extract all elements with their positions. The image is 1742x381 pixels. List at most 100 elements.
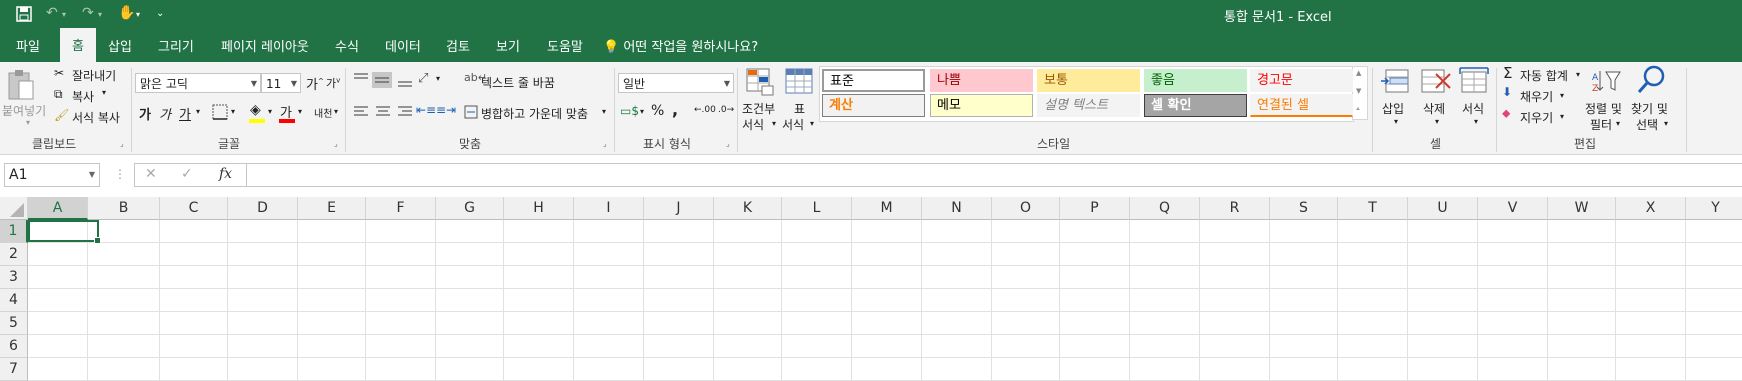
copy-icon[interactable]: ⧉	[54, 87, 63, 102]
gallery-more-icon[interactable]: ⩡	[1356, 105, 1360, 114]
tab-review[interactable]: 검토	[446, 36, 470, 55]
column-header-p[interactable]: P	[1060, 197, 1130, 220]
format-painter-icon[interactable]: 🖌	[54, 108, 69, 122]
cancel-icon[interactable]: ✕	[145, 166, 157, 182]
column-header-v[interactable]: V	[1478, 197, 1548, 220]
insert-cells-icon[interactable]	[1380, 66, 1412, 96]
delete-dropdown-icon[interactable]: ▾	[1435, 117, 1439, 126]
orientation-icon[interactable]: ⤢	[418, 71, 428, 86]
tab-page-layout[interactable]: 페이지 레이아웃	[221, 36, 309, 55]
column-header-g[interactable]: G	[436, 197, 504, 220]
percent-style-button[interactable]: %	[651, 103, 664, 119]
active-cell-selection[interactable]	[28, 220, 101, 244]
dialog-launcher-icon[interactable]: ⌟	[603, 139, 607, 148]
wrap-text-button[interactable]: 텍스트 줄 바꿈	[481, 74, 555, 91]
tab-view[interactable]: 보기	[496, 36, 520, 55]
gallery-up-icon[interactable]: ▲	[1356, 69, 1361, 77]
row-header-7[interactable]: 7	[0, 358, 28, 381]
row-header-3[interactable]: 3	[0, 266, 28, 289]
orientation-dropdown-icon[interactable]: ▾	[436, 74, 440, 83]
cell-style-4[interactable]: 좋음	[1144, 69, 1247, 92]
cut-button[interactable]: 잘라내기	[72, 67, 116, 84]
column-header-d[interactable]: D	[228, 197, 298, 220]
font-color-dropdown-icon[interactable]: ▾	[298, 107, 302, 116]
cell-style-8[interactable]: 설명 텍스트	[1037, 94, 1140, 117]
cell-style-1[interactable]: 표준	[822, 69, 925, 92]
fill-icon[interactable]: ⬇	[1502, 85, 1512, 99]
column-header-q[interactable]: Q	[1130, 197, 1200, 220]
format-cells-icon[interactable]	[1458, 66, 1490, 96]
touch-dropdown-icon[interactable]: ▾	[136, 10, 140, 19]
delete-cells-button[interactable]: 삭제	[1423, 100, 1445, 117]
column-header-s[interactable]: S	[1270, 197, 1338, 220]
row-header-2[interactable]: 2	[0, 243, 28, 266]
format-dropdown-icon[interactable]: ▾	[1474, 117, 1478, 126]
sort-filter-label-1[interactable]: 정렬 및	[1585, 100, 1622, 117]
column-header-x[interactable]: X	[1616, 197, 1686, 220]
dialog-launcher-icon[interactable]: ⌟	[334, 139, 338, 148]
column-header-i[interactable]: I	[574, 197, 644, 220]
underline-button[interactable]: 가	[179, 104, 191, 123]
column-header-k[interactable]: K	[714, 197, 782, 220]
clear-button[interactable]: 지우기	[1520, 109, 1553, 126]
phonetic-button[interactable]: 내천	[314, 105, 332, 120]
name-box[interactable]: A1 ▼	[4, 163, 100, 187]
touch-mode-icon[interactable]: ✋	[118, 5, 135, 21]
find-select-label-2[interactable]: 선택	[1636, 116, 1658, 133]
select-all-corner[interactable]	[0, 197, 28, 220]
customize-qat-icon[interactable]: ⌄	[156, 8, 164, 19]
paste-icon[interactable]	[6, 68, 36, 102]
tab-draw[interactable]: 그리기	[158, 36, 194, 55]
row-header-4[interactable]: 4	[0, 289, 28, 312]
redo-dropdown-icon[interactable]: ▾	[98, 10, 102, 19]
cell-style-7[interactable]: 메모	[930, 94, 1033, 117]
undo-icon[interactable]: ↶	[46, 5, 58, 21]
accounting-format-icon[interactable]: ▭$	[620, 104, 639, 118]
merge-center-button[interactable]: 병합하고 가운데 맞춤	[481, 105, 588, 122]
copy-dropdown-icon[interactable]: ▾	[102, 88, 106, 97]
fill-handle[interactable]	[94, 237, 101, 244]
column-header-l[interactable]: L	[782, 197, 852, 220]
delete-cells-icon[interactable]	[1420, 66, 1452, 96]
borders-icon[interactable]	[212, 104, 228, 120]
bold-button[interactable]: 가	[139, 104, 151, 123]
row-header-5[interactable]: 5	[0, 312, 28, 335]
column-header-c[interactable]: C	[160, 197, 228, 220]
redo-icon[interactable]: ↷	[82, 5, 94, 21]
dialog-launcher-icon[interactable]: ⌟	[120, 139, 124, 148]
copy-button[interactable]: 복사	[72, 88, 94, 105]
fill-button[interactable]: 채우기	[1520, 88, 1553, 105]
name-box-dropdown-icon[interactable]: ▼	[89, 164, 95, 186]
phonetic-dropdown-icon[interactable]: ▾	[334, 107, 338, 116]
column-header-b[interactable]: B	[88, 197, 160, 220]
merge-dropdown-icon[interactable]: ▾	[602, 107, 606, 116]
fill-color-dropdown-icon[interactable]: ▾	[268, 107, 272, 116]
italic-button[interactable]: 가	[159, 104, 171, 123]
conditional-format-dropdown-icon[interactable]: ▾	[772, 119, 776, 128]
insert-function-icon[interactable]: fx	[219, 166, 232, 182]
column-header-w[interactable]: W	[1548, 197, 1616, 220]
column-header-m[interactable]: M	[852, 197, 922, 220]
find-select-label-1[interactable]: 찾기 및	[1631, 100, 1668, 117]
horizontal-align-icons[interactable]	[352, 105, 416, 119]
comma-style-button[interactable]: ,	[672, 100, 678, 119]
insert-cells-button[interactable]: 삽입	[1382, 100, 1404, 117]
column-header-e[interactable]: E	[298, 197, 366, 220]
conditional-format-label-1[interactable]: 조건부	[742, 100, 775, 117]
paste-button[interactable]: 붙여넣기	[2, 102, 46, 119]
sort-filter-label-2[interactable]: 필터	[1590, 116, 1612, 133]
grow-font-button[interactable]: 가^	[306, 74, 324, 93]
cell-style-3[interactable]: 보통	[1037, 69, 1140, 92]
undo-dropdown-icon[interactable]: ▾	[62, 10, 66, 19]
font-name-combo[interactable]: 맑은 고딕 ▼	[135, 73, 261, 93]
column-header-u[interactable]: U	[1408, 197, 1478, 220]
column-header-a[interactable]: A	[28, 197, 88, 220]
cell-style-9[interactable]: 셀 확인	[1144, 94, 1247, 117]
gallery-scroll[interactable]: ▲ ▼ ⩡	[1352, 66, 1368, 120]
eraser-icon[interactable]: ⬥	[1502, 106, 1510, 121]
tab-formulas[interactable]: 수식	[335, 36, 359, 55]
column-header-r[interactable]: R	[1200, 197, 1270, 220]
decrease-decimal-button[interactable]: .0→	[718, 105, 734, 115]
paste-dropdown-icon[interactable]: ▾	[26, 118, 30, 127]
format-cells-button[interactable]: 서식	[1462, 100, 1484, 117]
